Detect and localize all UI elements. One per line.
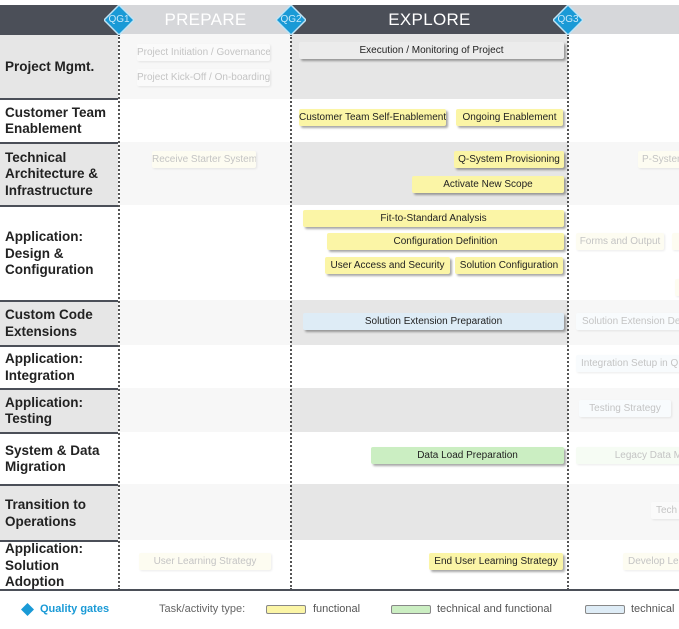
- workstream-label: Application: Integration: [5, 351, 83, 383]
- legend-quality-gates: Quality gates: [40, 603, 110, 615]
- task-q-system-provisioning[interactable]: Q-System Provisioning: [454, 151, 564, 168]
- workstream-design-configuration: Application: Design & Configuration: [0, 205, 118, 301]
- workstream-label: Custom Code Extensions: [5, 307, 93, 339]
- header-bar-left: [0, 5, 120, 34]
- task-user-learning-strategy[interactable]: User Learning Strategy: [139, 553, 271, 570]
- task-p-system[interactable]: P-System: [638, 151, 679, 168]
- workstream-label: Application: Solution Adoption: [5, 541, 83, 590]
- phase-label-explore: EXPLORE: [388, 10, 471, 29]
- workstream-integration: Application: Integration: [0, 345, 118, 388]
- task-develop-learning[interactable]: Develop Le: [623, 553, 679, 570]
- phase-label-prepare: PREPARE: [164, 10, 247, 29]
- task-project-kickoff[interactable]: Project Kick-Off / On-boarding: [137, 69, 270, 86]
- task-solution-extension-preparation[interactable]: Solution Extension Preparation: [303, 313, 564, 330]
- task-testing-strategy[interactable]: Testing Strategy: [579, 400, 671, 417]
- legend-swatch-technical-functional: [391, 605, 431, 614]
- quality-gate-qg3[interactable]: QG3: [553, 5, 583, 35]
- row-band-testing-explore: [291, 388, 568, 432]
- workstream-solution-adoption: Application: Solution Adoption: [0, 540, 118, 590]
- workstream-label: Project Mgmt.: [5, 59, 95, 75]
- workstream-label: Transition to Operations: [5, 497, 86, 529]
- legend-technical-functional: technical and functional: [437, 603, 552, 615]
- legend-swatch-functional: [266, 605, 306, 614]
- quality-gate-qg2[interactable]: QG2: [276, 5, 306, 35]
- gate-label: QG1: [108, 14, 130, 25]
- task-solution-extension-dev[interactable]: Solution Extension De: [576, 313, 679, 330]
- workstream-testing: Application: Testing: [0, 388, 118, 432]
- phase-header-realize: [568, 5, 679, 34]
- phase-divider-qg3: [567, 34, 569, 590]
- workstream-custom-code: Custom Code Extensions: [0, 300, 118, 345]
- row-band-transition: [120, 484, 291, 540]
- quality-gate-legend-icon: [21, 603, 34, 616]
- workstream-data-migration: System & Data Migration: [0, 432, 118, 484]
- gate-label: QG3: [557, 14, 579, 25]
- legend-task-type-label: Task/activity type:: [159, 603, 246, 615]
- legend-technical: technical: [631, 603, 675, 615]
- task-realize-clipped-1[interactable]: [672, 233, 679, 250]
- task-configuration-definition[interactable]: Configuration Definition: [327, 233, 564, 250]
- roadmap-diagram: PREPARE EXPLORE Project Mgmt. Customer T…: [0, 0, 679, 629]
- task-legacy-data-migration[interactable]: Legacy Data M: [576, 447, 679, 464]
- phase-divider-qg1: [118, 34, 120, 590]
- task-fit-to-standard[interactable]: Fit-to-Standard Analysis: [303, 210, 564, 227]
- row-band-custom-code: [120, 300, 291, 345]
- task-ongoing-enablement[interactable]: Ongoing Enablement: [456, 109, 563, 126]
- task-customer-team-self-enablement[interactable]: Customer Team Self-Enablement: [299, 109, 446, 126]
- task-technical-operations[interactable]: Tech: [651, 502, 679, 519]
- workstream-technical-architecture: Technical Architecture & Infrastructure: [0, 142, 118, 205]
- workstream-project-mgmt: Project Mgmt.: [0, 33, 118, 100]
- workstream-label: Application: Testing: [5, 394, 83, 427]
- task-end-user-learning-strategy[interactable]: End User Learning Strategy: [429, 553, 563, 570]
- row-band-transition-explore: [291, 484, 568, 540]
- task-data-load-preparation[interactable]: Data Load Preparation: [371, 447, 564, 464]
- task-receive-starter-system[interactable]: Receive Starter System: [152, 151, 256, 168]
- task-user-access-security[interactable]: User Access and Security: [325, 257, 450, 274]
- workstream-label: Application: Design & Configuration: [5, 229, 94, 278]
- task-integration-setup[interactable]: Integration Setup in Q: [576, 355, 679, 372]
- workstream-label: System & Data Migration: [5, 442, 100, 475]
- row-band-testing: [120, 388, 291, 432]
- task-execution-monitoring[interactable]: Execution / Monitoring of Project: [299, 42, 564, 59]
- task-project-initiation[interactable]: Project Initiation / Governance: [137, 44, 270, 61]
- bottom-rule: [0, 589, 679, 591]
- task-forms-and-output[interactable]: Forms and Output: [576, 233, 664, 250]
- legend-functional: functional: [313, 603, 361, 615]
- task-activate-new-scope[interactable]: Activate New Scope: [412, 176, 564, 193]
- legend-swatch-technical: [585, 605, 625, 614]
- task-realize-clipped-2[interactable]: [675, 279, 679, 296]
- phase-divider-qg2: [290, 34, 292, 590]
- gate-label: QG2: [280, 14, 302, 25]
- workstream-label: Customer Team Enablement: [5, 104, 107, 137]
- quality-gate-qg1[interactable]: QG1: [104, 5, 134, 35]
- workstream-label: Technical Architecture & Infrastructure: [5, 149, 99, 198]
- workstream-customer-team-enablement: Customer Team Enablement: [0, 98, 118, 142]
- workstream-transition: Transition to Operations: [0, 484, 118, 541]
- task-solution-configuration[interactable]: Solution Configuration: [455, 257, 563, 274]
